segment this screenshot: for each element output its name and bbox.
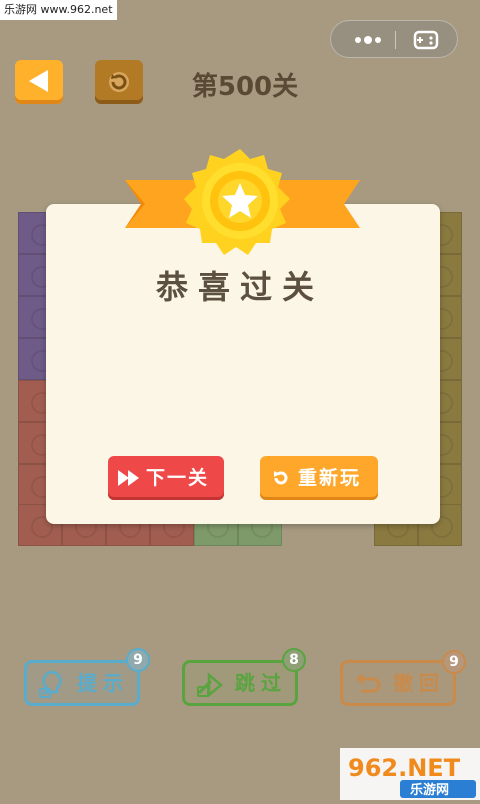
skip-icon — [197, 672, 223, 698]
undo-button[interactable]: 撤回 — [340, 660, 456, 706]
fast-forward-icon — [118, 470, 139, 486]
restart-button[interactable] — [95, 60, 143, 104]
watermark-sub: 乐游网 — [410, 782, 449, 798]
watermark-top: 乐游网 www.962.net — [0, 0, 117, 20]
undo-label: 撤回 — [393, 671, 445, 695]
level-title: 第500关 — [191, 72, 299, 102]
back-arrow-icon — [29, 70, 48, 92]
next-level-label: 下一关 — [146, 467, 210, 489]
lightbulb-icon — [39, 670, 62, 698]
capsule-divider — [395, 31, 396, 49]
restart-icon — [109, 72, 129, 92]
hint-count-badge: 9 — [126, 648, 150, 672]
more-dots-icon[interactable] — [347, 21, 389, 59]
undo-icon — [356, 673, 381, 693]
dialog-title: 恭喜过关 — [155, 268, 324, 306]
gamepad-icon[interactable] — [407, 21, 445, 59]
skip-label: 跳过 — [235, 671, 287, 695]
hint-button[interactable]: 提示 — [24, 660, 140, 706]
skip-count-badge: 8 — [282, 648, 306, 672]
undo-count-badge: 9 — [442, 650, 466, 674]
skip-button[interactable]: 跳过 — [182, 660, 298, 706]
back-button[interactable] — [15, 60, 63, 104]
miniprogram-capsule — [330, 20, 458, 58]
next-level-button[interactable]: 下一关 — [108, 456, 224, 500]
watermark-brand: 962.NET — [348, 754, 461, 782]
hint-label: 提示 — [77, 671, 129, 695]
watermark-logo: 962.NET 乐游网 — [340, 748, 480, 800]
replay-button[interactable]: 重新玩 — [260, 456, 378, 500]
star-badge — [184, 149, 290, 255]
replay-label: 重新玩 — [298, 467, 362, 489]
replay-icon — [274, 471, 288, 485]
